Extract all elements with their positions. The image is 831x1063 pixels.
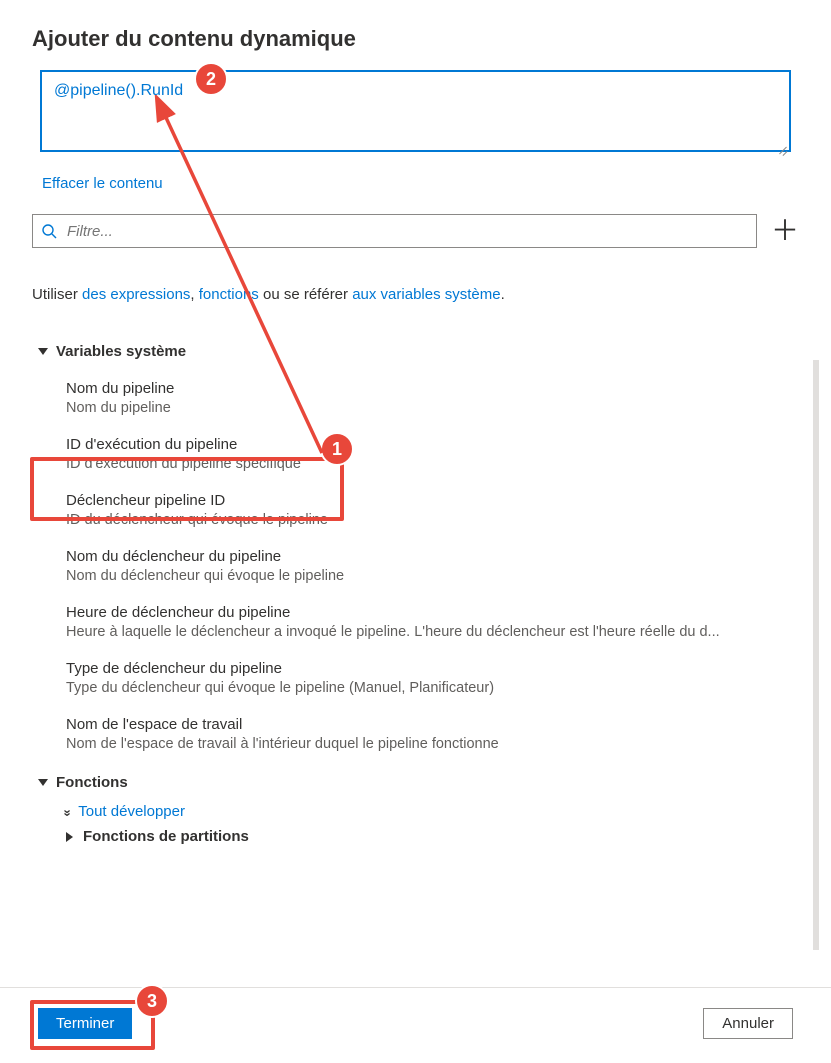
item-title: ID d'exécution du pipeline (66, 436, 791, 453)
panel-title: Ajouter du contenu dynamique (32, 26, 799, 52)
item-desc: Nom de l'espace de travail à l'intérieur… (66, 736, 791, 752)
help-text: Utiliser des expressions, fonctions ou s… (32, 286, 799, 303)
expand-all-link[interactable]: » Tout développer (66, 803, 791, 820)
item-title: Type de déclencheur du pipeline (66, 660, 791, 677)
chevron-right-icon (66, 832, 73, 842)
item-desc: Nom du pipeline (66, 400, 791, 416)
item-desc: Heure à laquelle le déclencheur a invoqu… (66, 624, 791, 640)
subsection-partition-functions[interactable]: Fonctions de partitions (66, 828, 791, 845)
item-title: Heure de déclencheur du pipeline (66, 604, 791, 621)
item-title: Nom du pipeline (66, 380, 791, 397)
help-suffix: . (501, 286, 505, 303)
item-title: Déclencheur pipeline ID (66, 492, 791, 509)
sysvar-item-trigger-type[interactable]: Type de déclencheur du pipeline Type du … (38, 652, 791, 708)
filter-input[interactable] (65, 222, 748, 241)
resize-handle-icon[interactable] (778, 144, 788, 154)
finish-button[interactable]: Terminer (38, 1008, 132, 1039)
link-expressions[interactable]: des expressions (82, 286, 190, 303)
item-title: Nom du déclencheur du pipeline (66, 548, 791, 565)
clear-content-link[interactable]: Effacer le contenu (42, 175, 163, 192)
item-desc: ID d'exécution du pipeline spécifique (66, 456, 791, 472)
sysvar-item-run-id[interactable]: ID d'exécution du pipeline ID d'exécutio… (38, 428, 791, 484)
cancel-button[interactable]: Annuler (703, 1008, 793, 1039)
item-title: Nom de l'espace de travail (66, 716, 791, 733)
content-scroll[interactable]: Variables système Nom du pipeline Nom du… (32, 333, 799, 913)
sysvar-item-trigger-time[interactable]: Heure de déclencheur du pipeline Heure à… (38, 596, 791, 652)
scrollbar[interactable] (813, 360, 819, 950)
chevron-down-icon (38, 348, 48, 355)
section-label: Fonctions (56, 774, 128, 791)
section-functions[interactable]: Fonctions (38, 774, 791, 791)
footer: Terminer Annuler (0, 987, 831, 1063)
expression-input[interactable] (40, 70, 791, 152)
link-sysvars[interactable]: aux variables système (352, 286, 500, 303)
help-prefix: Utiliser (32, 286, 82, 303)
sysvar-item-pipeline-name[interactable]: Nom du pipeline Nom du pipeline (38, 372, 791, 428)
help-sep: , (190, 286, 198, 303)
subsection-label: Fonctions de partitions (83, 828, 249, 845)
sysvar-item-trigger-id[interactable]: Déclencheur pipeline ID ID du déclencheu… (38, 484, 791, 540)
help-mid: ou se référer (259, 286, 352, 303)
chevron-down-icon (38, 779, 48, 786)
section-system-variables[interactable]: Variables système (38, 343, 791, 360)
sysvar-item-workspace-name[interactable]: Nom de l'espace de travail Nom de l'espa… (38, 708, 791, 764)
sysvar-item-trigger-name[interactable]: Nom du déclencheur du pipeline Nom du dé… (38, 540, 791, 596)
link-functions[interactable]: fonctions (199, 286, 259, 303)
item-desc: Nom du déclencheur qui évoque le pipelin… (66, 568, 791, 584)
search-icon (41, 223, 57, 239)
item-desc: ID du déclencheur qui évoque le pipeline (66, 512, 791, 528)
expand-all-label: Tout développer (78, 803, 185, 820)
chevron-double-down-icon: » (61, 809, 76, 813)
add-button[interactable]: ＋ (771, 217, 799, 245)
section-label: Variables système (56, 343, 186, 360)
filter-field[interactable] (32, 214, 757, 248)
item-desc: Type du déclencheur qui évoque le pipeli… (66, 680, 791, 696)
